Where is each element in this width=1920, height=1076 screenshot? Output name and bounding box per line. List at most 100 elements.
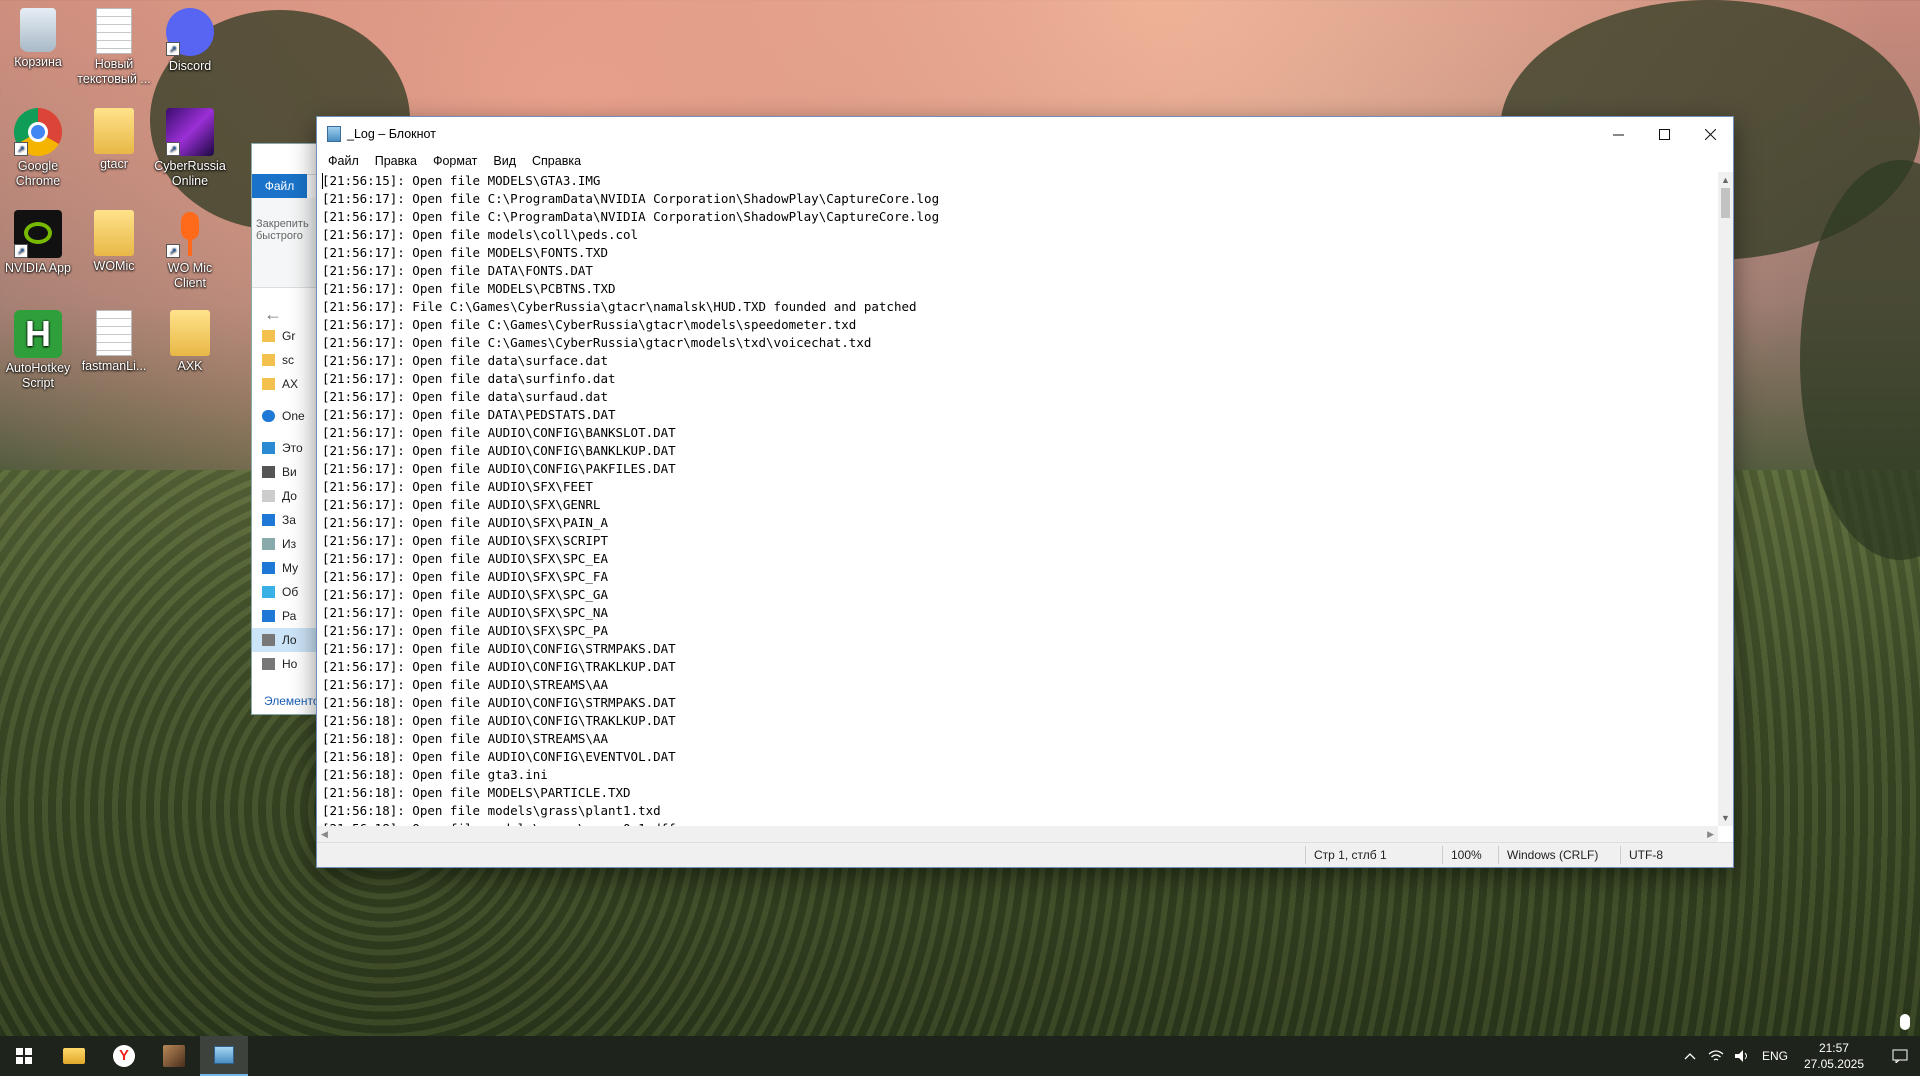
notepad-window[interactable]: _Log – Блокнот Файл Правка Формат Вид Сп… [316,116,1734,868]
microphone-tray-icon[interactable] [1900,1014,1910,1030]
menu-format[interactable]: Формат [426,154,486,168]
network-icon[interactable] [1708,1036,1724,1076]
desktop-icon-nvidia-app[interactable]: ↗ NVIDIA App [0,210,76,276]
desktop-icon-gtacr[interactable]: gtacr [76,108,152,172]
desktop-icon-label: WO Mic Client [167,261,213,290]
scroll-down-icon[interactable]: ▼ [1718,810,1733,826]
nav-item[interactable]: sc [252,348,324,372]
notepad-titlebar[interactable]: _Log – Блокнот [317,117,1733,151]
taskbar-clock[interactable]: 21:57 27.05.2025 [1804,1040,1864,1072]
taskbar-game-app[interactable] [150,1036,198,1076]
log-line: [21:56:17]: Open file AUDIO\SFX\GENRL [322,497,601,512]
horizontal-scrollbar[interactable]: ◀ ▶ [317,826,1718,842]
nav-item[interactable]: Об [252,580,324,604]
explorer-navigation-pane: Gr sc AX One Это Ви До За Из Му Об Ра Ло… [252,324,324,676]
nav-item[interactable]: До [252,484,324,508]
log-line: [21:56:17]: File C:\Games\CyberRussia\gt… [322,299,917,314]
folder-icon [262,378,275,390]
status-separator [1305,846,1306,864]
3d-objects-icon [262,586,275,598]
nav-item[interactable]: Из [252,532,324,556]
desktop-icon-new-text-document[interactable]: Новый текстовый ... [76,8,152,87]
shortcut-arrow-icon: ↗ [14,142,28,156]
log-line: [21:56:17]: Open file MODELS\PCBTNS.TXD [322,281,616,296]
discord-icon: ↗ [166,8,214,56]
encoding: UTF-8 [1629,848,1663,862]
close-button[interactable] [1687,117,1733,151]
text-document-icon [96,310,132,356]
menu-view[interactable]: Вид [486,154,525,168]
show-hidden-icons-chevron-icon[interactable] [1684,1036,1696,1076]
nav-item[interactable]: Ви [252,460,324,484]
shortcut-arrow-icon: ↗ [166,244,180,258]
nav-item[interactable]: AX [252,372,324,396]
vertical-scrollbar[interactable]: ▲ ▼ [1718,172,1733,826]
log-line: [21:56:17]: Open file DATA\FONTS.DAT [322,263,593,278]
desktop-icon-womic[interactable]: WOMic [76,210,152,274]
folder-icon [262,330,275,342]
nav-item-local-disk[interactable]: Ло [252,628,324,652]
clock-time: 21:57 [1818,1041,1849,1055]
zoom-level: 100% [1451,848,1482,862]
menu-help[interactable]: Справка [525,154,590,168]
log-line: [21:56:17]: Open file AUDIO\SFX\SPC_PA [322,623,608,638]
desktop-icon-label: AutoHotkey Script [5,361,71,390]
game-app-icon [163,1045,185,1067]
folder-icon [262,354,275,366]
desktop-icon-label: Google Chrome [15,159,61,188]
explorer-file-tab[interactable]: Файл [252,174,307,198]
desktop-icon-fastman[interactable]: fastmanLi... [76,310,152,374]
input-language[interactable]: ENG [1762,1036,1788,1076]
log-line: [21:56:17]: Open file AUDIO\SFX\SPC_NA [322,605,608,620]
desktop-icon-discord[interactable]: ↗ Discord [152,8,228,74]
notification-center-button[interactable] [1880,1036,1920,1076]
log-line: [21:56:17]: Open file AUDIO\SFX\SPC_EA [322,551,608,566]
scrollbar-thumb[interactable] [1721,188,1730,218]
menu-edit[interactable]: Правка [368,154,426,168]
nav-item[interactable]: Но [252,652,324,676]
back-arrow-icon[interactable]: ← [264,304,282,325]
scroll-left-icon[interactable]: ◀ [321,829,328,840]
nav-item-onedrive[interactable]: One [252,404,324,428]
taskbar-yandex-browser[interactable]: Y [100,1036,148,1076]
log-line: [21:56:17]: Open file C:\ProgramData\NVI… [322,191,940,206]
windows-logo-icon [16,1048,32,1064]
notification-icon [1892,1049,1908,1063]
desktop-icon-autohotkey-script[interactable]: H AutoHotkey Script [0,310,76,391]
scroll-up-icon[interactable]: ▲ [1718,172,1733,188]
log-line: [21:56:17]: Open file MODELS\FONTS.TXD [322,245,608,260]
status-separator [1442,846,1443,864]
explorer-titlebar [252,144,324,175]
nav-item[interactable]: Ра [252,604,324,628]
explorer-ribbon: Закрепить быстрого [252,198,324,288]
drive-icon [262,634,275,646]
nav-item[interactable]: Gr [252,324,324,348]
desktop-icon-cyberrussia-online[interactable]: ↗ CyberRussia Online [152,108,228,189]
download-icon [262,514,275,526]
volume-icon[interactable] [1734,1036,1750,1076]
folder-icon [63,1048,85,1064]
cloud-icon [262,410,275,422]
desktop-icon-recycle-bin[interactable]: Корзина [0,8,76,70]
log-line: [21:56:17]: Open file AUDIO\SFX\FEET [322,479,593,494]
start-button[interactable] [0,1036,48,1076]
document-icon [262,490,275,502]
scroll-right-icon[interactable]: ▶ [1707,829,1714,840]
file-explorer-window[interactable]: Файл Закрепить быстрого ← Gr sc AX One Э… [251,143,325,715]
desktop-icon-google-chrome[interactable]: ↗ Google Chrome [0,108,76,189]
minimize-button[interactable] [1595,117,1641,151]
desktop-icon-wo-mic-client[interactable]: ↗ WO Mic Client [152,210,228,291]
desktop-icon-axk[interactable]: AXK [152,310,228,374]
taskbar-file-explorer[interactable] [50,1036,98,1076]
nav-item[interactable]: Му [252,556,324,580]
nav-item-this-pc[interactable]: Это [252,436,324,460]
taskbar-notepad[interactable] [200,1036,248,1076]
log-line: [21:56:18]: Open file models\grass\plant… [322,803,661,818]
shortcut-arrow-icon: ↗ [166,142,180,156]
nav-item[interactable]: За [252,508,324,532]
menu-file[interactable]: Файл [321,154,368,168]
text-editor-area[interactable]: [21:56:15]: Open file MODELS\GTA3.IMG [21… [317,172,1718,826]
log-line: [21:56:17]: Open file AUDIO\CONFIG\STRMP… [322,641,676,656]
pictures-icon [262,538,275,550]
maximize-button[interactable] [1641,117,1687,151]
